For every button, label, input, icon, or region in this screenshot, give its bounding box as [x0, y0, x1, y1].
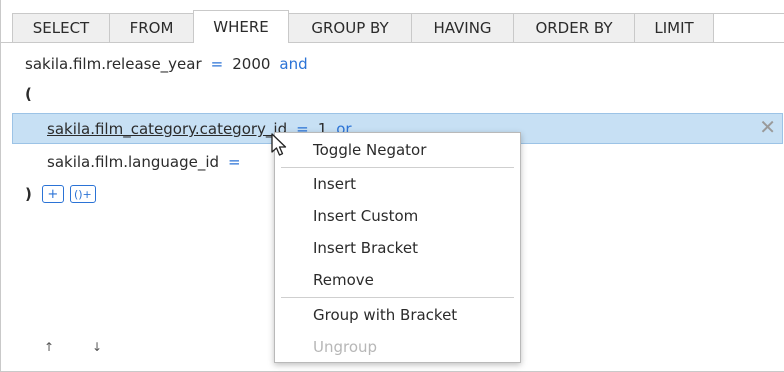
context-menu: Toggle Negator Insert Insert Custom Inse…: [274, 132, 521, 363]
open-bracket: (: [25, 80, 32, 108]
remove-condition-icon[interactable]: ✕: [759, 117, 776, 137]
menu-item-remove[interactable]: Remove: [313, 271, 374, 289]
menu-item-ungroup: Ungroup: [313, 338, 378, 356]
tab-spacer: [713, 13, 784, 42]
tab-select[interactable]: SELECT: [12, 13, 110, 42]
conjunction-toggle[interactable]: and: [279, 55, 307, 73]
move-up-button[interactable]: ↑: [44, 340, 54, 354]
close-bracket-text: ): [25, 185, 32, 203]
condition-field[interactable]: sakila.film.language_id: [47, 153, 219, 171]
condition-operator[interactable]: =: [211, 55, 224, 73]
tab-having[interactable]: HAVING: [411, 13, 514, 42]
menu-item-insert[interactable]: Insert: [313, 175, 356, 193]
condition-value[interactable]: 2000: [232, 55, 270, 73]
menu-item-insert-bracket[interactable]: Insert Bracket: [313, 239, 418, 257]
tab-order-by[interactable]: ORDER BY: [513, 13, 635, 42]
condition-field[interactable]: sakila.film.release_year: [25, 55, 202, 73]
condition-field[interactable]: sakila.film_category.category_id: [47, 120, 287, 138]
tab-from[interactable]: FROM: [109, 13, 194, 42]
menu-separator: [281, 167, 514, 168]
menu-item-insert-custom[interactable]: Insert Custom: [313, 207, 418, 225]
open-bracket-text: (: [25, 85, 32, 103]
tab-where[interactable]: WHERE: [193, 10, 289, 43]
menu-item-toggle-negator[interactable]: Toggle Negator: [313, 141, 426, 159]
menu-item-group-with-bracket[interactable]: Group with Bracket: [313, 306, 457, 324]
add-condition-button[interactable]: +: [41, 185, 64, 203]
add-bracket-button[interactable]: ()+: [69, 185, 96, 203]
move-down-button[interactable]: ↓: [92, 340, 102, 354]
condition-row[interactable]: sakila.film.release_year = 2000 and: [25, 50, 308, 78]
condition-operator[interactable]: =: [228, 153, 241, 171]
tab-group-by[interactable]: GROUP BY: [288, 13, 412, 42]
menu-separator: [281, 297, 514, 298]
close-bracket-row: ) + ()+: [25, 180, 96, 208]
clause-tabbar: SELECT FROM WHERE GROUP BY HAVING ORDER …: [0, 0, 784, 43]
tabbar-divider: [0, 42, 784, 43]
mouse-cursor-icon: [271, 133, 287, 156]
tab-limit[interactable]: LIMIT: [634, 13, 714, 42]
condition-row[interactable]: sakila.film.language_id =: [47, 148, 250, 176]
